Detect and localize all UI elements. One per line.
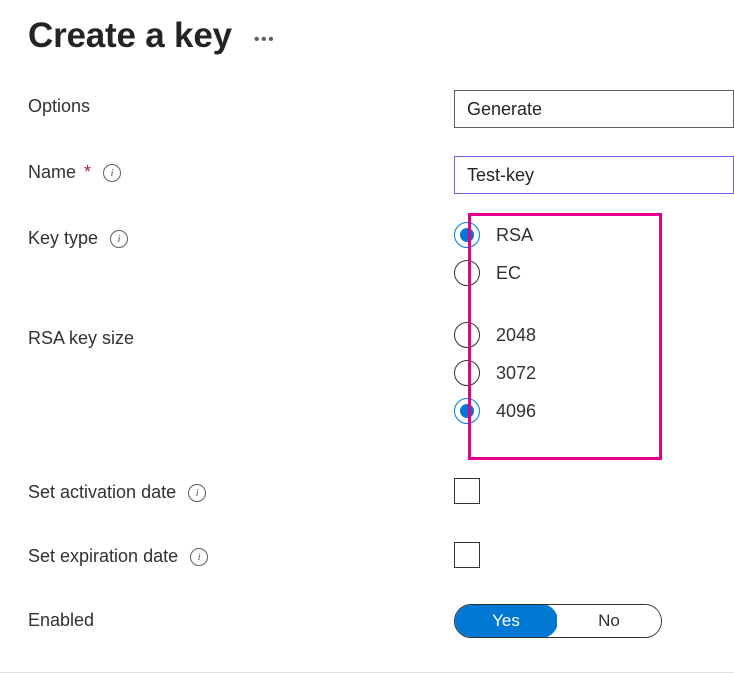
enabled-label: Enabled [28,604,454,631]
options-select[interactable]: Generate [454,90,734,128]
rsa-size-radio-2048[interactable]: 2048 [454,322,734,348]
name-label: Name* i [28,156,454,183]
expiration-date-label: Set expiration date i [28,540,454,567]
key-type-radio-rsa[interactable]: RSA [454,222,734,248]
rsa-key-size-label: RSA key size [28,322,454,349]
activation-date-label: Set activation date i [28,476,454,503]
info-icon[interactable]: i [110,230,128,248]
rsa-size-radio-3072[interactable]: 3072 [454,360,734,386]
activation-date-checkbox[interactable] [454,478,480,504]
info-icon[interactable]: i [190,548,208,566]
key-type-radio-ec[interactable]: EC [454,260,734,286]
info-icon[interactable]: i [103,164,121,182]
toggle-yes[interactable]: Yes [454,604,558,638]
info-icon[interactable]: i [188,484,206,502]
key-type-label: Key type i [28,222,454,249]
more-icon[interactable]: ••• [254,23,275,49]
rsa-size-radio-4096[interactable]: 4096 [454,398,734,424]
page-title: Create a key [28,16,232,56]
options-label: Options [28,90,454,117]
name-input[interactable] [454,156,734,194]
expiration-date-checkbox[interactable] [454,542,480,568]
toggle-no[interactable]: No [557,605,661,637]
enabled-toggle[interactable]: Yes No [454,604,662,638]
